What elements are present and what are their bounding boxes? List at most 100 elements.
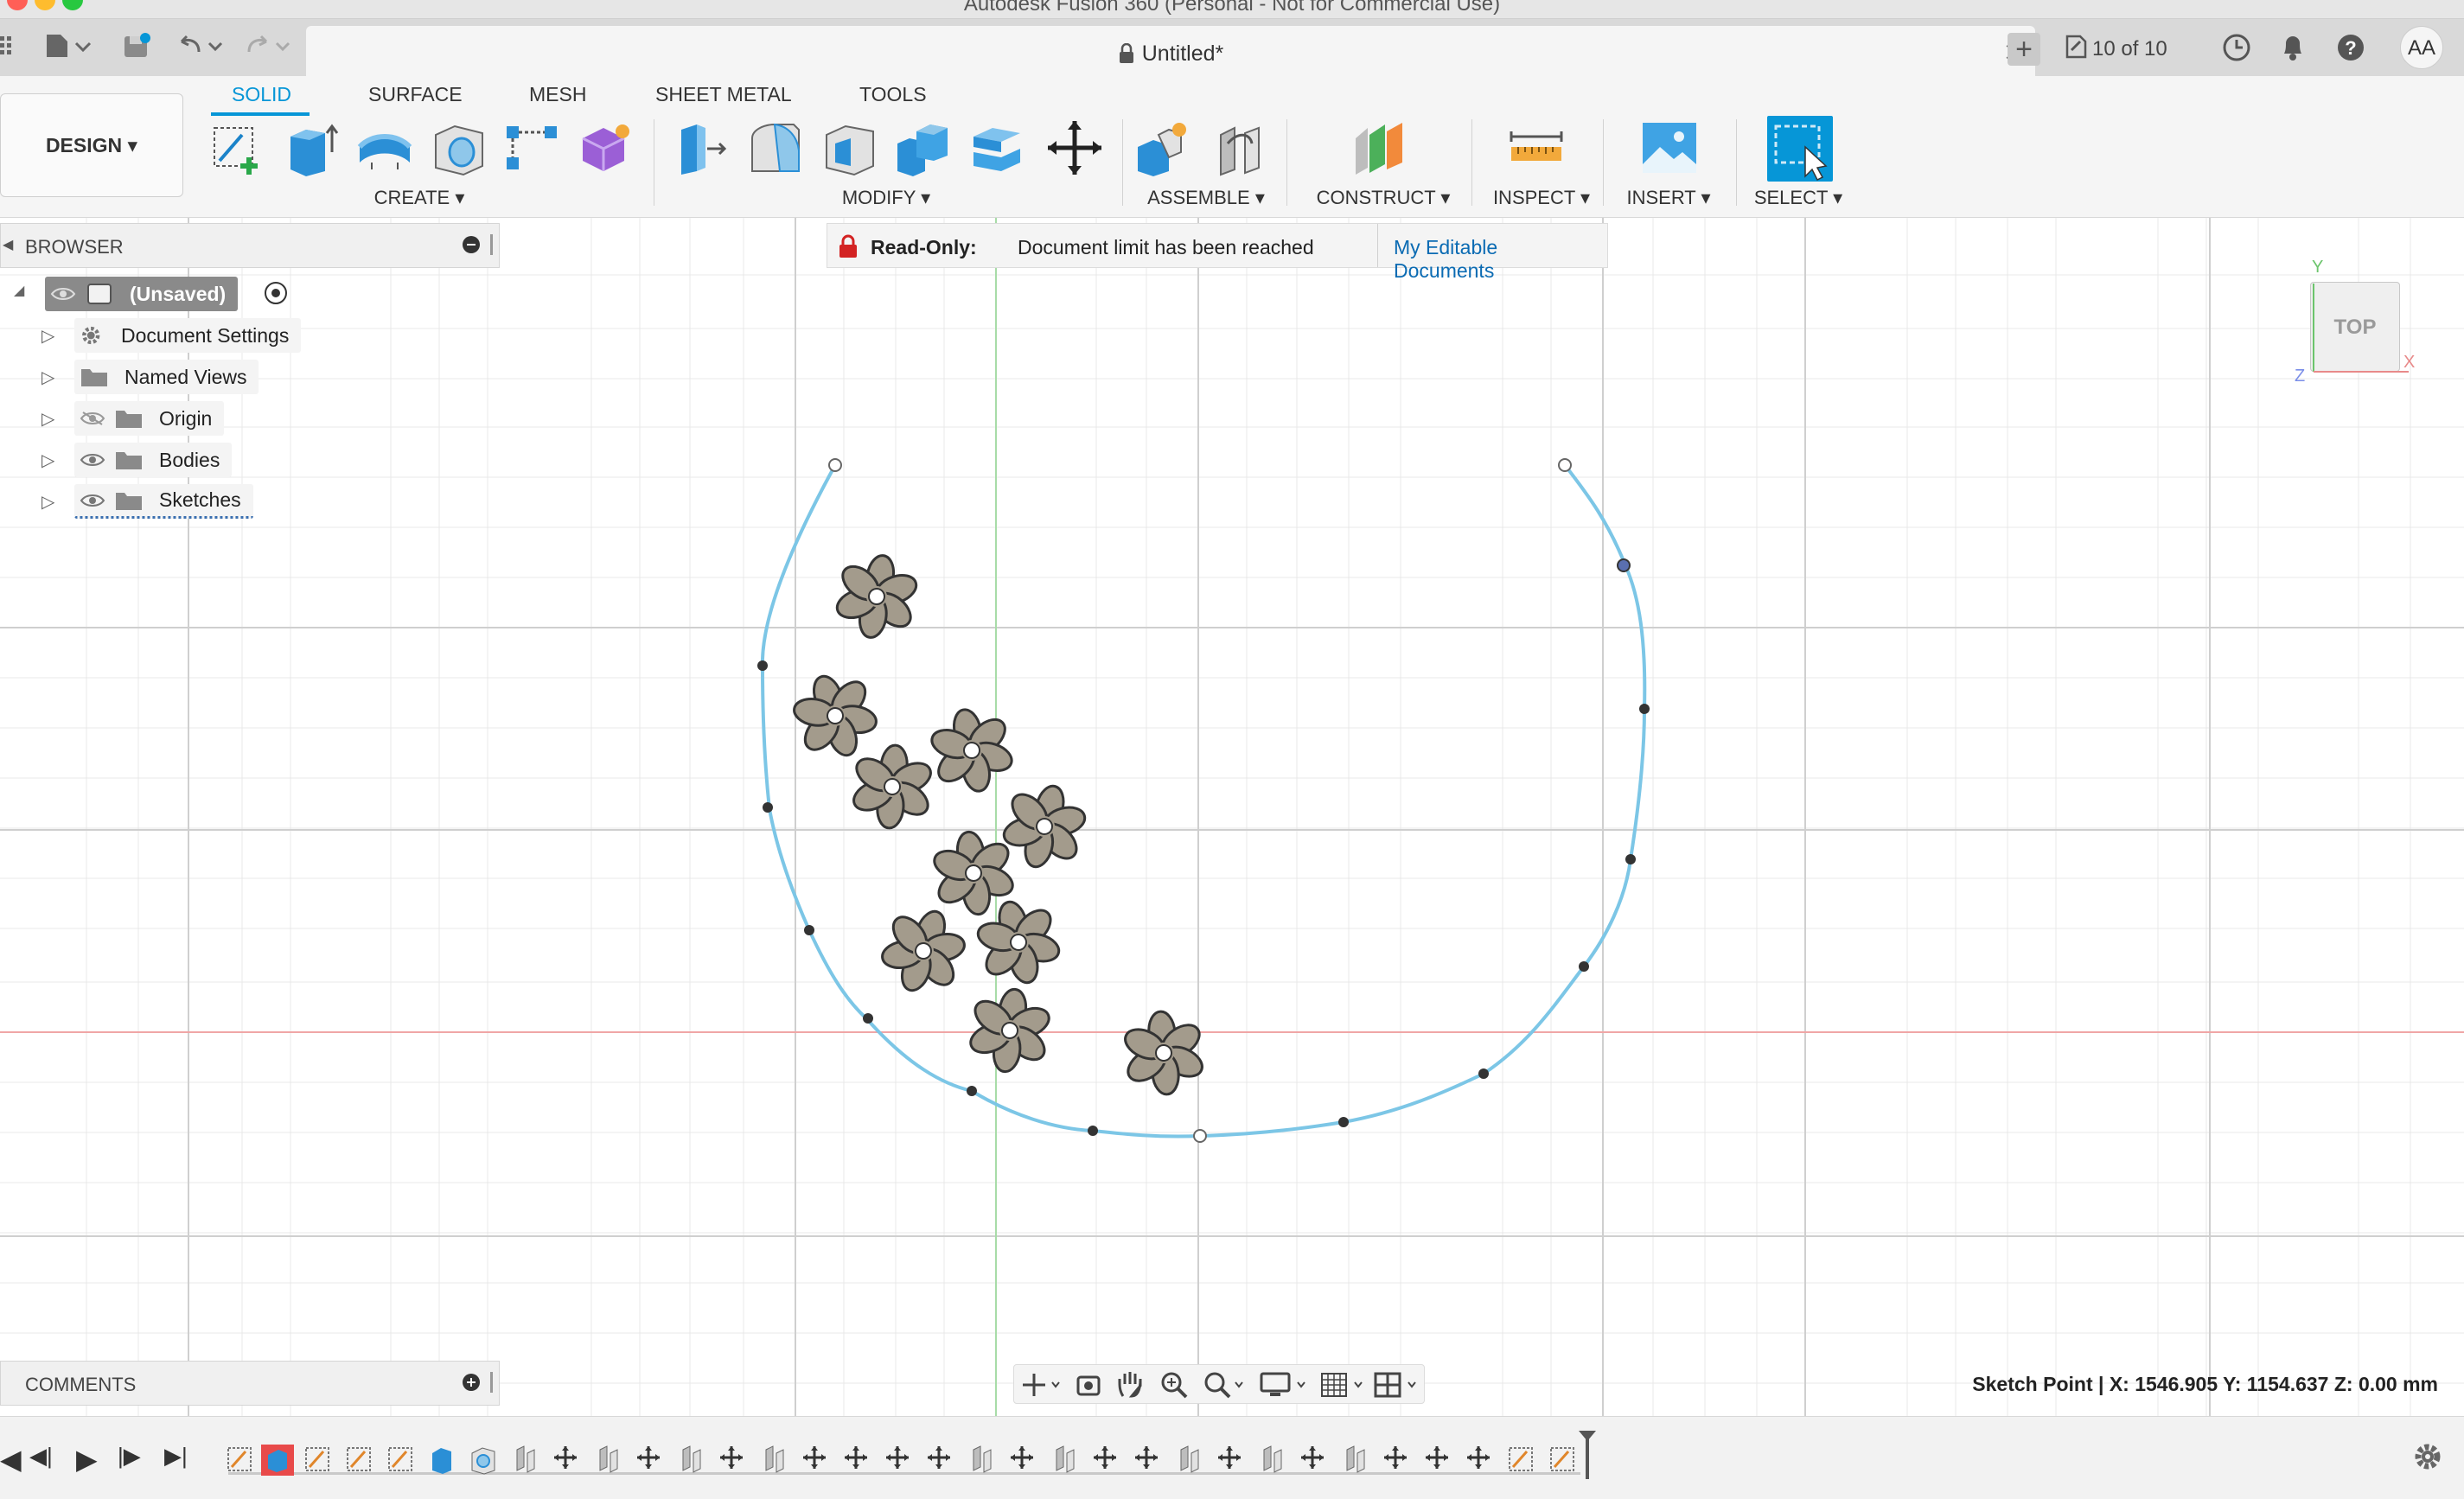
group-inspect[interactable]: INSPECT ▾ bbox=[1485, 187, 1598, 209]
component-icon bbox=[87, 284, 112, 304]
go-to-end-icon[interactable]: ▶| bbox=[164, 1443, 188, 1470]
expand-arrow-document-settings[interactable]: ▷ bbox=[41, 325, 54, 347]
collapse-panel-icon[interactable] bbox=[463, 236, 480, 253]
go-to-start-icon[interactable]: ◀ bbox=[0, 1443, 22, 1476]
ribbon-separator bbox=[1286, 119, 1287, 206]
job-status-count: 10 of 10 bbox=[2092, 37, 2167, 61]
offset-plane-icon[interactable] bbox=[1349, 118, 1409, 178]
hole-icon[interactable] bbox=[429, 118, 489, 178]
lock-icon bbox=[1118, 42, 1135, 70]
eye-icon[interactable] bbox=[50, 286, 76, 302]
ribbon-separator bbox=[1122, 119, 1123, 206]
eye-icon[interactable] bbox=[80, 452, 105, 468]
group-assemble[interactable]: ASSEMBLE ▾ bbox=[1141, 187, 1271, 209]
gear-icon bbox=[82, 326, 100, 345]
help-icon[interactable]: ? bbox=[2336, 33, 2365, 68]
folder-icon bbox=[116, 411, 142, 428]
clock-icon[interactable] bbox=[2222, 33, 2251, 68]
extrude-icon[interactable] bbox=[282, 118, 342, 178]
browser-item-label: Sketches bbox=[159, 488, 241, 511]
expand-arrow-origin[interactable]: ▷ bbox=[41, 408, 54, 430]
active-tab-indicator bbox=[211, 112, 310, 116]
zoom-icon[interactable] bbox=[1159, 1370, 1189, 1400]
browser-item-origin[interactable]: Origin bbox=[74, 401, 225, 436]
shell-icon[interactable] bbox=[820, 118, 880, 178]
combine-icon[interactable] bbox=[892, 118, 953, 178]
group-insert[interactable]: INSERT ▾ bbox=[1617, 187, 1720, 209]
expand-arrow-sketches[interactable]: ▷ bbox=[41, 491, 54, 513]
create-form-icon[interactable] bbox=[574, 118, 635, 178]
new-tab-icon[interactable]: + bbox=[2008, 33, 2040, 66]
orbit-icon[interactable] bbox=[1021, 1372, 1061, 1398]
read-only-label: Read-Only: bbox=[871, 236, 977, 258]
undo-icon[interactable] bbox=[176, 33, 228, 65]
browser-item-bodies[interactable]: Bodies bbox=[74, 443, 233, 477]
tab-solid[interactable]: SOLID bbox=[232, 83, 291, 106]
design-canvas[interactable] bbox=[0, 218, 2464, 1416]
eye-hidden-icon[interactable] bbox=[80, 411, 105, 426]
select-icon[interactable] bbox=[1767, 116, 1833, 182]
document-tab[interactable]: Untitled* ✕ bbox=[306, 26, 2035, 76]
zoom-window-icon[interactable] bbox=[1203, 1370, 1246, 1400]
pan-hand-icon[interactable] bbox=[1116, 1370, 1144, 1400]
panel-pin-handle[interactable] bbox=[490, 1372, 493, 1393]
new-component-icon[interactable] bbox=[1133, 118, 1193, 178]
root-expand-arrow[interactable]: ◢ bbox=[14, 282, 24, 299]
play-icon[interactable]: ▶ bbox=[76, 1443, 98, 1476]
tab-tools[interactable]: TOOLS bbox=[859, 83, 927, 106]
viewports-icon[interactable] bbox=[1374, 1370, 1422, 1400]
workspace-switcher[interactable]: DESIGN ▾ bbox=[0, 93, 183, 197]
add-comment-icon[interactable] bbox=[463, 1374, 480, 1391]
save-icon[interactable] bbox=[123, 33, 150, 65]
browser-root-item[interactable]: (Unsaved) bbox=[45, 277, 239, 311]
group-select[interactable]: SELECT ▾ bbox=[1746, 187, 1850, 209]
expand-arrow-bodies[interactable]: ▷ bbox=[41, 450, 54, 471]
timeline-features[interactable] bbox=[227, 1443, 1610, 1477]
activate-component-icon[interactable] bbox=[265, 282, 287, 304]
tab-mesh[interactable]: MESH bbox=[529, 83, 586, 106]
browser-item-label: Named Views bbox=[124, 365, 247, 388]
joint-icon[interactable] bbox=[1210, 118, 1271, 178]
step-forward-icon[interactable]: |▶ bbox=[118, 1443, 141, 1470]
job-status-button[interactable]: 10 of 10 bbox=[2065, 35, 2167, 65]
eye-icon[interactable] bbox=[80, 493, 105, 508]
window-title: Autodesk Fusion 360 (Personal - Not for … bbox=[963, 0, 1501, 16]
fillet-icon[interactable] bbox=[745, 118, 806, 178]
user-avatar[interactable]: AA bbox=[2400, 26, 2443, 69]
revolve-icon[interactable] bbox=[354, 118, 415, 178]
replace-face-icon[interactable] bbox=[967, 118, 1027, 178]
collapse-arrow-icon[interactable]: ◀ bbox=[3, 236, 13, 253]
measure-icon[interactable] bbox=[1506, 118, 1567, 178]
navigation-bar bbox=[1013, 1364, 1425, 1404]
timeline-marker-head[interactable] bbox=[1579, 1431, 1596, 1441]
read-only-message: Document limit has been reached bbox=[1018, 236, 1314, 258]
group-construct[interactable]: CONSTRUCT ▾ bbox=[1305, 187, 1461, 209]
press-pull-icon[interactable] bbox=[671, 118, 731, 178]
browser-item-named-views[interactable]: Named Views bbox=[74, 360, 259, 394]
file-icon[interactable] bbox=[45, 33, 93, 65]
expand-arrow-named-views[interactable]: ▷ bbox=[41, 367, 54, 388]
apps-grid-icon[interactable] bbox=[0, 35, 16, 63]
gear-icon[interactable] bbox=[2412, 1441, 2443, 1472]
bell-icon[interactable] bbox=[2279, 33, 2307, 68]
insert-image-icon[interactable] bbox=[1639, 118, 1700, 178]
group-modify[interactable]: MODIFY ▾ bbox=[839, 187, 934, 209]
browser-item-document-settings[interactable]: Document Settings bbox=[74, 318, 302, 353]
browser-item-sketches[interactable]: Sketches bbox=[74, 484, 253, 519]
panel-pin-handle[interactable] bbox=[490, 234, 493, 255]
my-editable-documents-link[interactable]: My Editable Documents bbox=[1377, 224, 1607, 282]
document-title: Untitled* bbox=[1141, 41, 1224, 66]
group-create[interactable]: CREATE ▾ bbox=[372, 187, 467, 209]
tab-sheet-metal[interactable]: SHEET METAL bbox=[655, 83, 792, 106]
timeline: ◀ ◀| ▶ |▶ ▶| bbox=[0, 1416, 2464, 1499]
display-settings-icon[interactable] bbox=[1260, 1370, 1308, 1400]
look-at-icon[interactable] bbox=[1075, 1372, 1102, 1398]
create-sketch-icon[interactable] bbox=[207, 118, 268, 178]
folder-icon bbox=[116, 452, 142, 469]
pattern-icon[interactable] bbox=[501, 118, 562, 178]
step-back-icon[interactable]: ◀| bbox=[29, 1443, 53, 1470]
redo-icon[interactable] bbox=[244, 33, 296, 65]
grid-settings-icon[interactable] bbox=[1320, 1370, 1369, 1400]
tab-surface[interactable]: SURFACE bbox=[368, 83, 463, 106]
move-copy-icon[interactable] bbox=[1044, 118, 1105, 178]
